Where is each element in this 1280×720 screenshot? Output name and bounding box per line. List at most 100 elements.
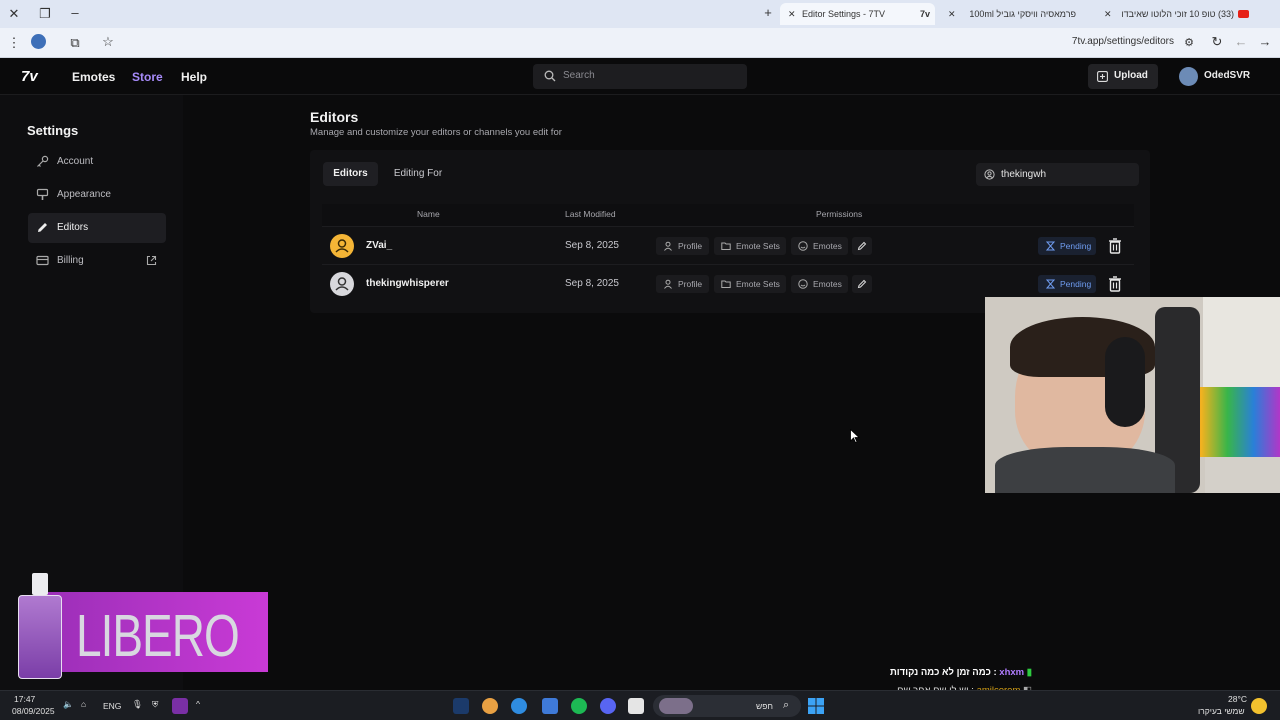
permission-emotes-button[interactable]: Emotes [791,275,848,293]
tab-pharmacia[interactable]: ✕ פרמאסיה וויסקי גוביל 100ml [942,3,1092,25]
weather-temp[interactable]: 28°C [1228,694,1247,704]
tab-editors[interactable]: Editors [323,162,378,186]
nav-store[interactable]: Store [132,70,163,84]
avatar[interactable] [330,234,354,258]
spotify-icon[interactable] [571,698,587,714]
permission-emotes-button[interactable]: Emotes [791,237,848,255]
browser-address-bar: ⋮ ⧉ ☆ 7tv.app/settings/editors ⚙ ↻ ← → [0,28,1280,58]
user-search-input[interactable]: thekingwh [976,163,1139,186]
tab-editing-for[interactable]: Editing For [385,162,451,186]
upload-button[interactable]: Upload [1088,64,1158,89]
7tv-logo[interactable]: 7v [21,68,38,85]
discord-icon[interactable] [600,698,616,714]
close-tab-icon[interactable]: ✕ [948,3,956,25]
plus-box-icon [1097,71,1108,82]
pencil-icon [857,241,867,251]
search-input[interactable]: Search [533,64,747,89]
show-hidden-icons[interactable]: ^ [196,699,200,709]
trash-icon[interactable] [1108,276,1122,292]
tab-youtube[interactable]: ✕ (33) טופ 10 זוכי הלוטו שאיבדו הכל [1100,3,1255,25]
notepad-icon[interactable] [542,698,558,714]
search-placeholder: Search [563,70,595,81]
sidebar-item-label: Account [57,156,94,167]
app-icon[interactable] [482,698,498,714]
restore-window-icon[interactable]: ❐ [37,6,53,22]
user-icon [335,277,349,291]
sidebar-item-account[interactable]: Account [28,147,166,177]
pencil-icon [38,223,47,232]
edit-permissions-button[interactable] [852,275,872,293]
steam-icon[interactable] [453,698,469,714]
nav-help[interactable]: Help [181,70,207,84]
close-tab-icon[interactable]: ✕ [1104,3,1112,25]
extensions-icon[interactable]: ⧉ [67,35,83,51]
volume-icon[interactable]: 🔈 [63,699,74,710]
avatar[interactable] [330,272,354,296]
back-icon[interactable]: → [1257,34,1273,50]
nav-emotes[interactable]: Emotes [72,70,115,84]
username[interactable]: OdedSVR [1204,70,1250,81]
smiley-icon [798,279,808,289]
chat-username: xhxm [999,667,1025,678]
menu-icon[interactable]: ⋮ [6,35,22,51]
permission-emote-sets-button[interactable]: Emote Sets [714,275,786,293]
site-settings-icon[interactable]: ⚙ [1181,35,1197,51]
start-windows-icon[interactable] [808,698,824,714]
tab-label: פרמאסיה וויסקי גוביל 100ml [969,9,1076,19]
editors-panel: Editors Editing For thekingwh Name Last … [310,150,1150,313]
trash-icon[interactable] [1108,238,1122,254]
microphone-icon[interactable]: 🎙 [132,699,143,710]
user-icon [664,279,672,289]
mouse-cursor-icon [850,429,860,443]
defender-icon[interactable]: ⛨ [152,699,158,710]
permission-profile-button[interactable]: Profile [656,275,709,293]
taskbar-search[interactable]: חפש ⌕ [653,695,801,717]
onenote-icon[interactable] [172,698,188,714]
sidebar-item-billing[interactable]: Billing [28,246,166,276]
language-indicator[interactable]: ENG [103,701,121,711]
editor-name[interactable]: ZVai_ [366,240,392,251]
bookmark-star-icon[interactable]: ☆ [100,34,116,50]
permission-emote-sets-button[interactable]: Emote Sets [714,237,786,255]
permission-label: Emotes [813,241,842,251]
editor-name[interactable]: thekingwhisperer [366,278,449,289]
terminal-icon[interactable] [628,698,644,714]
tab-label: Editor Settings - 7TV [802,9,886,19]
url-field[interactable]: 7tv.app/settings/editors [1072,36,1174,47]
tab-label: (33) טופ 10 זוכי הלוטו שאיבדו הכל [1122,9,1234,19]
youtube-favicon-icon [1238,10,1249,18]
status-badge: Pending [1038,237,1096,255]
forward-icon[interactable]: ← [1233,34,1249,50]
user-avatar[interactable] [1179,67,1198,86]
network-icon[interactable]: ⌂ [81,699,86,709]
minimize-window-icon[interactable]: – [67,5,83,21]
column-name: Name [417,209,440,219]
weather-sun-icon[interactable] [1251,698,1267,714]
tab-editor-settings[interactable]: ✕ Editor Settings - 7TV 7v [780,3,935,25]
hourglass-icon [1046,279,1055,289]
clock-date[interactable]: 08/09/2025 [12,706,55,716]
permission-profile-button[interactable]: Profile [656,237,709,255]
new-tab-icon[interactable]: + [760,5,776,21]
chrome-icon[interactable] [511,698,527,714]
user-search-icon [984,169,995,180]
weather-desc[interactable]: שמשי בעיקרו [1198,706,1245,716]
reload-icon[interactable]: ↻ [1209,34,1225,50]
folder-icon [721,242,731,250]
column-permissions: Permissions [816,209,863,219]
clock-time[interactable]: 17:47 [14,694,35,704]
card-icon [36,255,49,266]
edit-permissions-button[interactable] [852,237,872,255]
sidebar-item-appearance[interactable]: Appearance [28,180,166,210]
sidebar-item-editors[interactable]: Editors [28,213,166,243]
hourglass-icon [1046,241,1055,251]
profile-icon[interactable] [31,34,46,49]
last-modified-date: Sep 8, 2025 [565,278,619,289]
table-row: ZVai_ Sep 8, 2025 Profile Emote Sets Emo… [322,226,1134,264]
close-window-icon[interactable]: ✕ [6,6,22,22]
status-badge: Pending [1038,275,1096,293]
close-tab-icon[interactable]: ✕ [788,3,796,25]
last-modified-date: Sep 8, 2025 [565,240,619,251]
settings-title: Settings [27,123,79,138]
perfume-bottle-image [18,573,62,680]
